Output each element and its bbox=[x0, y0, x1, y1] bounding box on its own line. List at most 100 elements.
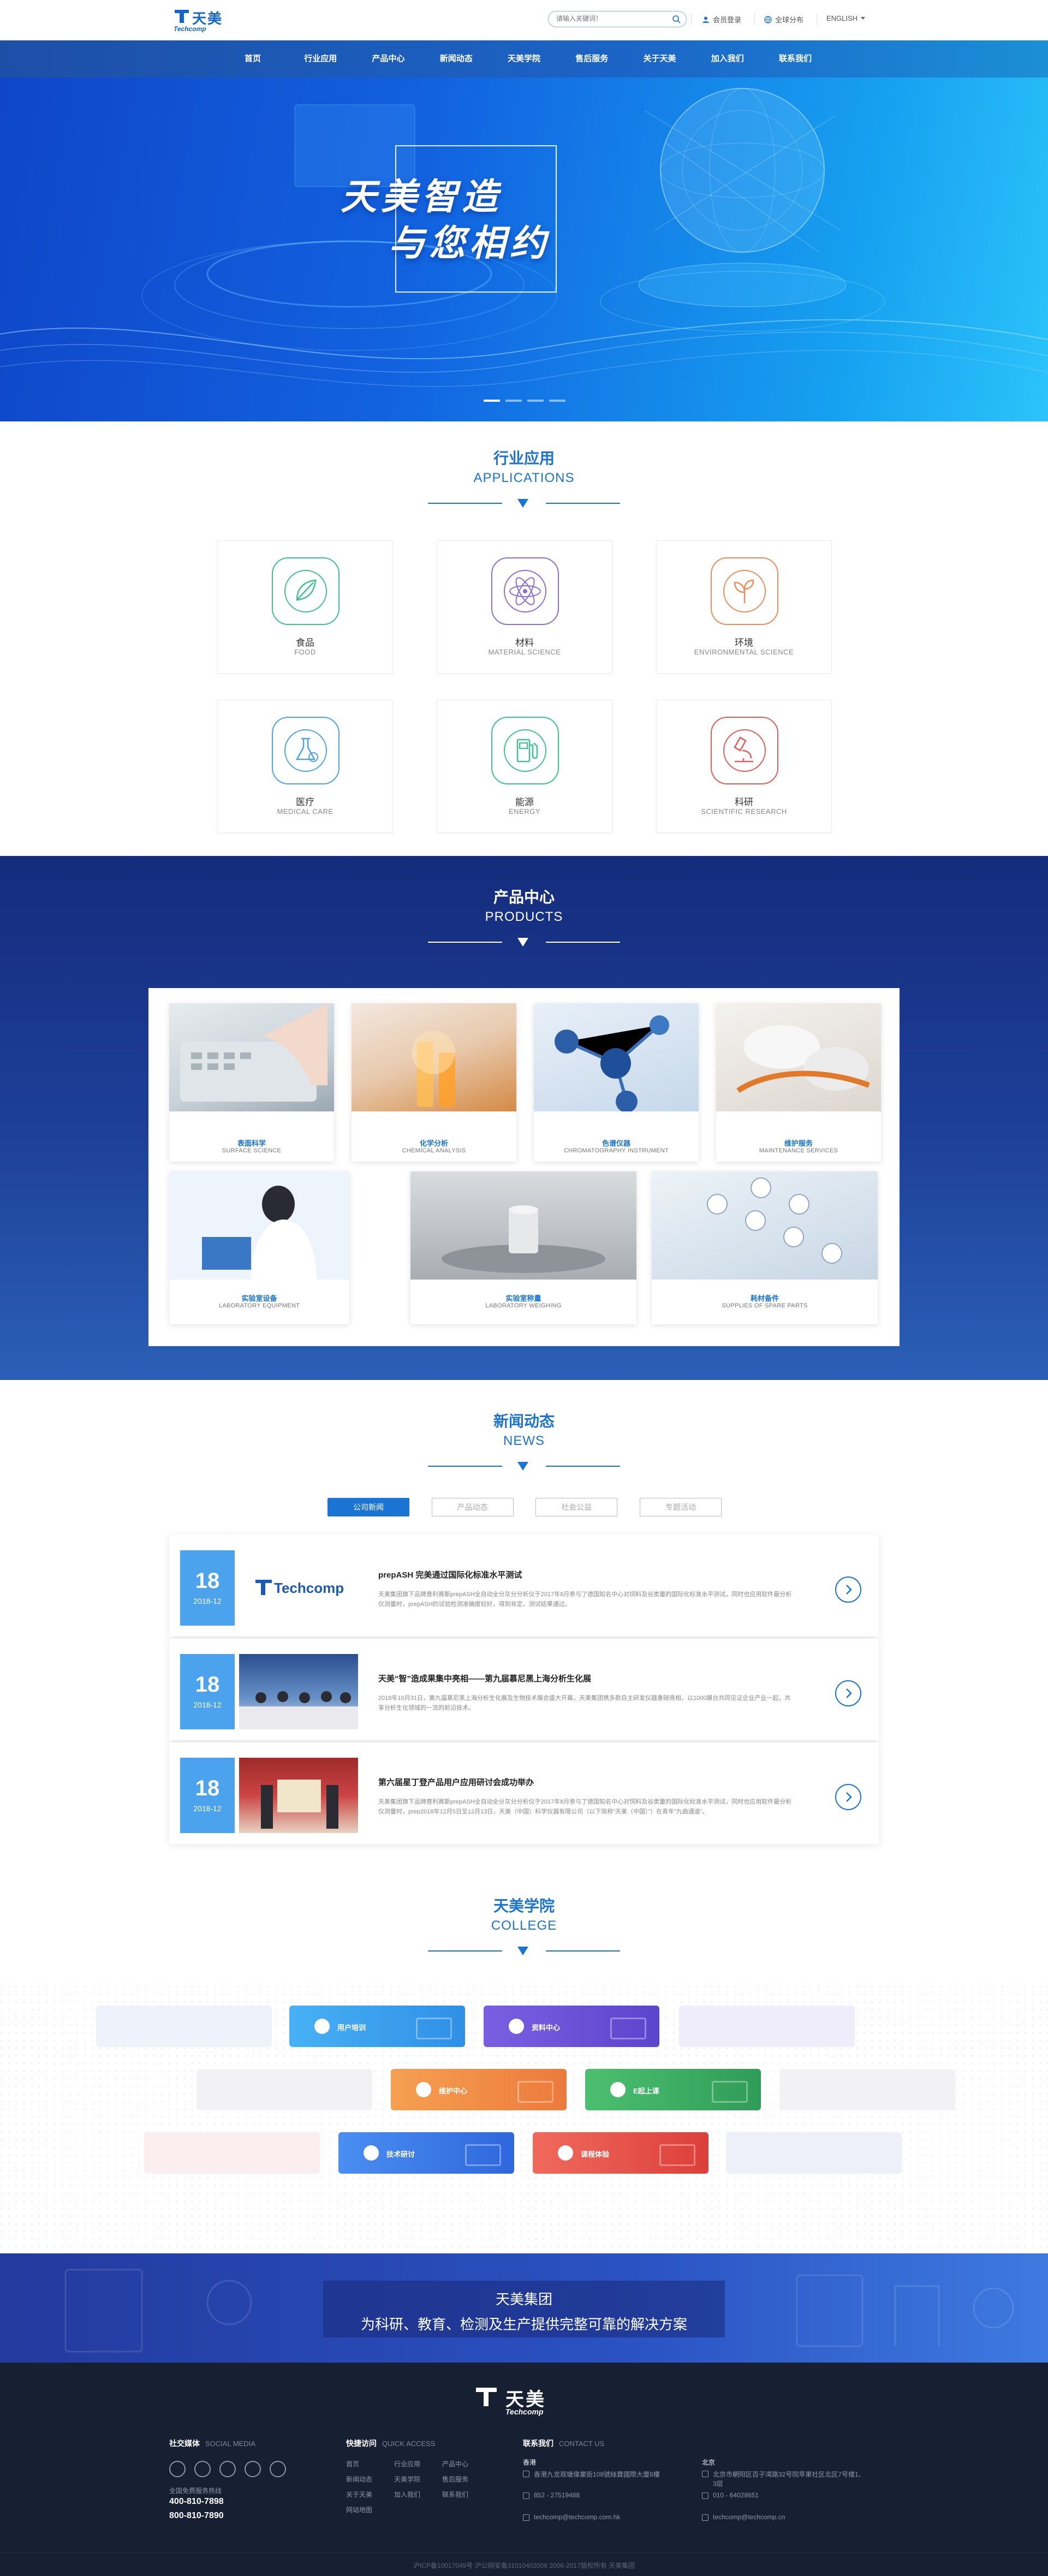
news-more-button[interactable] bbox=[835, 1680, 861, 1706]
placeholder-tile bbox=[679, 2006, 855, 2047]
footer-link[interactable]: 网站地图 bbox=[346, 2502, 372, 2518]
app-card-material[interactable]: 材料 MATERIAL SCIENCE bbox=[437, 540, 612, 674]
news-section: 新闻动态 NEWS 公司新闻 产品动态 社会公益 专题活动 18 2018-12… bbox=[0, 1380, 1048, 1871]
tv-icon bbox=[416, 2018, 452, 2039]
nav-item-college[interactable]: 天美学院 bbox=[494, 40, 554, 78]
app-label-cn: 环境 bbox=[735, 638, 753, 648]
footer-link[interactable]: 联系我们 bbox=[442, 2487, 468, 2502]
product-card-surface-science[interactable]: 表面科学 SURFACE SCIENCE bbox=[169, 1003, 334, 1162]
news-title[interactable]: 第六届星丁登产品用户应用研讨会成功举办 bbox=[378, 1776, 534, 1788]
shield-icon bbox=[416, 2082, 431, 2097]
nav-item-news[interactable]: 新闻动态 bbox=[426, 40, 486, 78]
banner-dot[interactable] bbox=[484, 400, 500, 402]
tab-public-welfare[interactable]: 社会公益 bbox=[535, 1498, 618, 1516]
office-email[interactable]: techcomp@techcomp.com.hk bbox=[523, 2513, 620, 2521]
email-text[interactable]: techcomp@techcomp.cn bbox=[713, 2513, 785, 2521]
title-divider bbox=[428, 1944, 620, 1958]
product-card-lab-weighing[interactable]: 实验室称量 LABORATORY WEIGHING bbox=[410, 1171, 636, 1324]
site-logo[interactable]: 天美 Techcomp bbox=[174, 7, 228, 34]
app-card-energy[interactable]: 能源 ENERGY bbox=[437, 700, 612, 833]
news-month: 2018-12 bbox=[193, 1597, 222, 1605]
hero-banner[interactable]: 天美智造 与您相约 bbox=[0, 78, 1048, 421]
footer-link[interactable]: 产品中心 bbox=[442, 2456, 468, 2472]
news-item[interactable]: 18 2018-12 天美“智”造成果集中亮相——第九届慕尼黑上海分析生化展 2… bbox=[169, 1639, 879, 1740]
user-training-button[interactable]: 用户培训 bbox=[289, 2006, 465, 2047]
news-date: 18 2018-12 bbox=[180, 1550, 235, 1626]
footer-link[interactable]: 售后服务 bbox=[442, 2472, 468, 2487]
english-link[interactable]: ENGLISH bbox=[826, 14, 866, 22]
online-class-button[interactable]: E起上课 bbox=[585, 2069, 761, 2110]
search-box bbox=[548, 11, 687, 27]
quick-links-col-2: 行业应用 天美学院 加入我们 bbox=[394, 2456, 420, 2502]
product-label-cn: 耗材备件 bbox=[750, 1294, 779, 1302]
app-card-food[interactable]: 食品 FOOD bbox=[217, 540, 393, 674]
social-subtitle: SOCIAL MEDIA bbox=[205, 2440, 255, 2448]
social-icons bbox=[169, 2461, 286, 2477]
app-card-environment[interactable]: 环境 ENVIRONMENTAL SCIENCE bbox=[656, 540, 832, 674]
divider bbox=[754, 13, 755, 25]
linkedin-icon[interactable] bbox=[219, 2461, 236, 2477]
news-item[interactable]: 18 2018-12 第六届星丁登产品用户应用研讨会成功举办 天美集团旗下品牌普… bbox=[169, 1742, 879, 1844]
tech-seminar-button[interactable]: 技术研讨 bbox=[338, 2132, 514, 2174]
tab-company-news[interactable]: 公司新闻 bbox=[327, 1498, 409, 1516]
app-icon-frame bbox=[272, 717, 340, 784]
placeholder-tile bbox=[196, 2069, 372, 2110]
nav-item-home[interactable]: 首页 bbox=[223, 40, 283, 78]
footer-link[interactable]: 首页 bbox=[346, 2456, 372, 2472]
twitter-icon[interactable] bbox=[270, 2461, 286, 2477]
maintenance-center-button[interactable]: 维护中心 bbox=[391, 2069, 567, 2110]
app-label-cn: 医疗 bbox=[296, 797, 314, 807]
nav-item-contact[interactable]: 联系我们 bbox=[765, 40, 825, 78]
news-more-button[interactable] bbox=[835, 1784, 861, 1810]
news-title[interactable]: prepASH 完美通过国际化标准水平测试 bbox=[378, 1569, 522, 1580]
product-card-spare-parts[interactable]: 耗材备件 SUPPLIES OF SPARE PARTS bbox=[652, 1171, 878, 1324]
nav-item-about[interactable]: 关于天美 bbox=[630, 40, 690, 78]
product-card-maintenance[interactable]: 维护服务 MAINTENANCE SERVICES bbox=[716, 1003, 881, 1162]
banner-dot[interactable] bbox=[527, 400, 544, 402]
facebook-icon[interactable] bbox=[245, 2461, 261, 2477]
footer-link[interactable]: 行业应用 bbox=[394, 2456, 420, 2472]
footer-link[interactable]: 加入我们 bbox=[394, 2487, 420, 2502]
news-item[interactable]: 18 2018-12 Techcomp prepASH 完美通过国际化标准水平测… bbox=[169, 1535, 879, 1637]
banner-dot[interactable] bbox=[505, 400, 522, 402]
news-more-button[interactable] bbox=[835, 1576, 861, 1603]
resource-center-button[interactable]: 资料中心 bbox=[484, 2006, 659, 2047]
product-image bbox=[169, 1003, 334, 1111]
global-link[interactable]: 全球分布 bbox=[764, 14, 803, 25]
product-card-chemical-analysis[interactable]: 化学分析 CHEMICAL ANALYSIS bbox=[352, 1003, 516, 1162]
product-label-en: SUPPLIES OF SPARE PARTS bbox=[722, 1302, 808, 1309]
product-card-chromatography[interactable]: 色谱仪器 CHROMATOGRAPHY INSTRUMENT bbox=[534, 1003, 699, 1162]
address-text: 北京市朝阳区百子湾路32号院苹果社区北区7号楼1、3层 bbox=[713, 2471, 865, 2488]
techcomp-logo-icon: Techcomp bbox=[255, 1580, 344, 1596]
course-experience-button[interactable]: 课程体验 bbox=[533, 2132, 708, 2174]
wechat-icon[interactable] bbox=[194, 2461, 211, 2477]
tab-product-news[interactable]: 产品动态 bbox=[431, 1498, 514, 1516]
news-title[interactable]: 天美“智”造成果集中亮相——第九届慕尼黑上海分析生化展 bbox=[378, 1673, 591, 1684]
product-label-en: LABORATORY WEIGHING bbox=[485, 1302, 562, 1309]
banner-dot[interactable] bbox=[549, 400, 565, 402]
app-label-en: ENVIRONMENTAL SCIENCE bbox=[694, 648, 794, 656]
footer-link[interactable]: 新闻动态 bbox=[346, 2472, 372, 2487]
tab-special-events[interactable]: 专题活动 bbox=[639, 1498, 722, 1516]
app-card-research[interactable]: 科研 SCIENTIFIC RESEARCH bbox=[656, 700, 832, 833]
product-card-lab-equipment[interactable]: 实验室设备 LABORATORY EQUIPMENT bbox=[169, 1171, 349, 1324]
app-card-medical[interactable]: 医疗 MEDICAL CARE bbox=[217, 700, 393, 833]
nav-item-service[interactable]: 售后服务 bbox=[562, 40, 622, 78]
nav-item-products[interactable]: 产品中心 bbox=[359, 40, 419, 78]
weibo-icon[interactable] bbox=[169, 2461, 186, 2477]
footer-link[interactable]: 天美学院 bbox=[394, 2472, 420, 2487]
applications-grid: 食品 FOOD 材料 MATERIAL SCIENCE 环境 ENVIRONME… bbox=[217, 540, 832, 833]
search-input[interactable] bbox=[556, 15, 665, 22]
member-login-link[interactable]: 会员登录 bbox=[702, 14, 741, 25]
section-title-en: NEWS bbox=[503, 1433, 545, 1448]
global-label: 全球分布 bbox=[775, 16, 804, 24]
search-icon[interactable] bbox=[672, 15, 681, 23]
office-email[interactable]: techcomp@techcomp.cn bbox=[702, 2513, 785, 2521]
nav-item-applications[interactable]: 行业应用 bbox=[290, 40, 350, 78]
nav-item-join[interactable]: 加入我们 bbox=[698, 40, 758, 78]
footer-link[interactable]: 关于天美 bbox=[346, 2487, 372, 2502]
footer-logo[interactable]: 天美 Techcomp bbox=[475, 2383, 579, 2422]
office-address: 香港九龙观塘偉業街108號絲寶國際大廈8樓 bbox=[523, 2470, 670, 2479]
product-label-cn: 表面科学 bbox=[237, 1139, 266, 1147]
email-text[interactable]: techcomp@techcomp.com.hk bbox=[534, 2513, 620, 2521]
